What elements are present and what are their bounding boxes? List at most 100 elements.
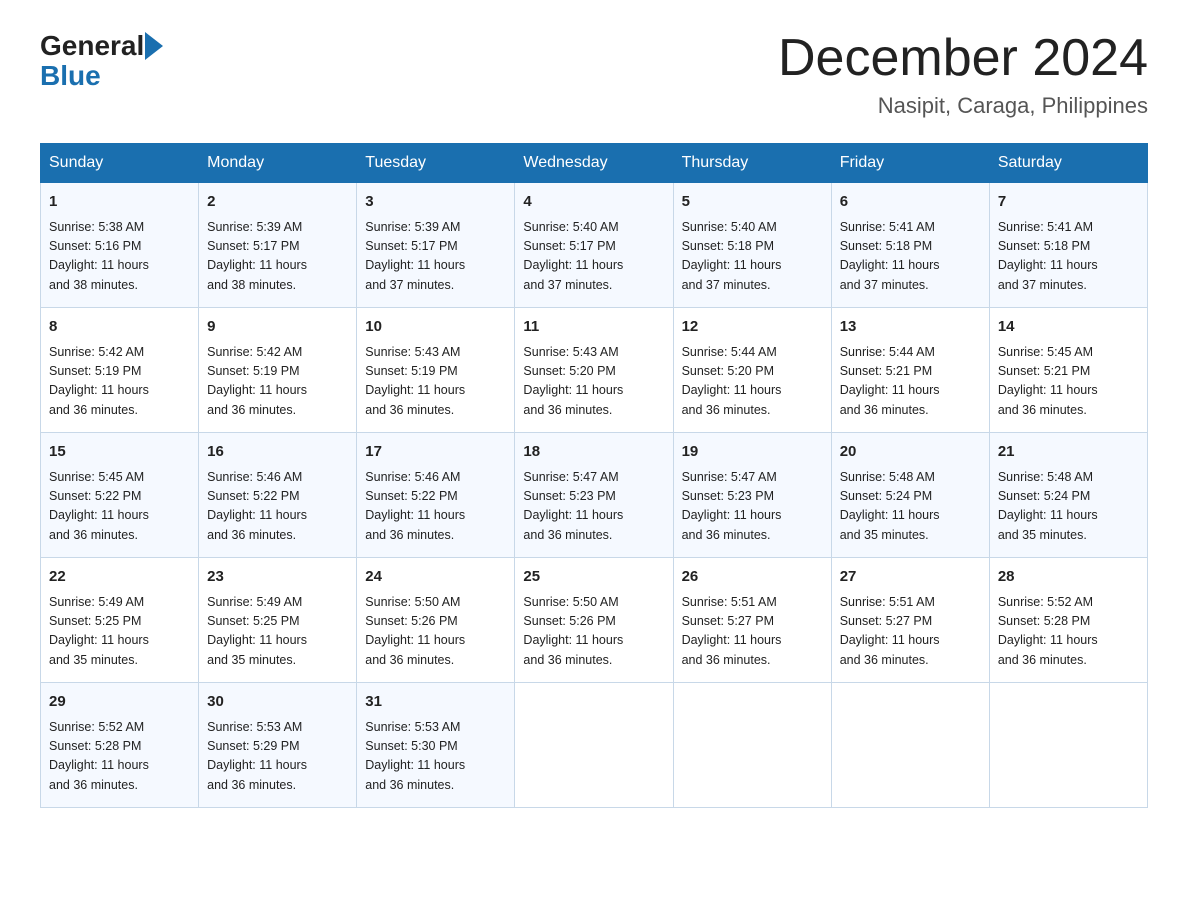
day-info: Sunrise: 5:40 AMSunset: 5:18 PMDaylight:… [682,218,823,296]
calendar-cell: 6 Sunrise: 5:41 AMSunset: 5:18 PMDaylight… [831,183,989,308]
day-number: 27 [840,566,981,589]
calendar-cell: 9 Sunrise: 5:42 AMSunset: 5:19 PMDaylight… [199,308,357,433]
day-info: Sunrise: 5:53 AMSunset: 5:29 PMDaylight:… [207,718,348,796]
day-number: 30 [207,691,348,714]
day-info: Sunrise: 5:44 AMSunset: 5:21 PMDaylight:… [840,343,981,421]
calendar-cell: 27 Sunrise: 5:51 AMSunset: 5:27 PMDayligh… [831,558,989,683]
day-info: Sunrise: 5:47 AMSunset: 5:23 PMDaylight:… [523,468,664,546]
calendar-cell: 17 Sunrise: 5:46 AMSunset: 5:22 PMDayligh… [357,433,515,558]
day-number: 4 [523,191,664,214]
day-number: 15 [49,441,190,464]
day-number: 5 [682,191,823,214]
calendar-cell: 26 Sunrise: 5:51 AMSunset: 5:27 PMDayligh… [673,558,831,683]
day-info: Sunrise: 5:48 AMSunset: 5:24 PMDaylight:… [840,468,981,546]
calendar-cell: 15 Sunrise: 5:45 AMSunset: 5:22 PMDayligh… [41,433,199,558]
calendar-cell: 30 Sunrise: 5:53 AMSunset: 5:29 PMDayligh… [199,683,357,808]
logo: General Blue [40,30,166,92]
calendar-cell: 14Sunrise: 5:45 AMSunset: 5:21 PMDayligh… [989,308,1147,433]
day-info: Sunrise: 5:45 AMSunset: 5:22 PMDaylight:… [49,468,190,546]
day-info: Sunrise: 5:41 AMSunset: 5:18 PMDaylight:… [998,218,1139,296]
day-info: Sunrise: 5:42 AMSunset: 5:19 PMDaylight:… [207,343,348,421]
col-header-wednesday: Wednesday [515,144,673,183]
day-info: Sunrise: 5:40 AMSunset: 5:17 PMDaylight:… [523,218,664,296]
calendar-cell: 22 Sunrise: 5:49 AMSunset: 5:25 PMDayligh… [41,558,199,683]
day-number: 24 [365,566,506,589]
day-info: Sunrise: 5:49 AMSunset: 5:25 PMDaylight:… [207,593,348,671]
calendar-cell: 10 Sunrise: 5:43 AMSunset: 5:19 PMDayligh… [357,308,515,433]
calendar-cell: 3 Sunrise: 5:39 AMSunset: 5:17 PMDaylight… [357,183,515,308]
calendar-header-row: SundayMondayTuesdayWednesdayThursdayFrid… [41,144,1148,183]
calendar-cell: 4 Sunrise: 5:40 AMSunset: 5:17 PMDaylight… [515,183,673,308]
day-number: 9 [207,316,348,339]
day-info: Sunrise: 5:42 AMSunset: 5:19 PMDaylight:… [49,343,190,421]
calendar-cell: 8 Sunrise: 5:42 AMSunset: 5:19 PMDaylight… [41,308,199,433]
day-number: 14 [998,316,1139,339]
day-number: 18 [523,441,664,464]
day-number: 12 [682,316,823,339]
col-header-saturday: Saturday [989,144,1147,183]
day-info: Sunrise: 5:46 AMSunset: 5:22 PMDaylight:… [207,468,348,546]
day-info: Sunrise: 5:52 AMSunset: 5:28 PMDaylight:… [998,593,1139,671]
day-info: Sunrise: 5:47 AMSunset: 5:23 PMDaylight:… [682,468,823,546]
calendar-cell: 25 Sunrise: 5:50 AMSunset: 5:26 PMDayligh… [515,558,673,683]
day-info: Sunrise: 5:39 AMSunset: 5:17 PMDaylight:… [365,218,506,296]
day-info: Sunrise: 5:51 AMSunset: 5:27 PMDaylight:… [682,593,823,671]
calendar-cell: 11Sunrise: 5:43 AMSunset: 5:20 PMDayligh… [515,308,673,433]
calendar-week-row: 22 Sunrise: 5:49 AMSunset: 5:25 PMDayligh… [41,558,1148,683]
calendar-cell [673,683,831,808]
day-number: 10 [365,316,506,339]
calendar-cell: 18 Sunrise: 5:47 AMSunset: 5:23 PMDayligh… [515,433,673,558]
calendar-cell [515,683,673,808]
day-info: Sunrise: 5:53 AMSunset: 5:30 PMDaylight:… [365,718,506,796]
col-header-thursday: Thursday [673,144,831,183]
page-header: General Blue December 2024 Nasipit, Cara… [40,30,1148,119]
col-header-monday: Monday [199,144,357,183]
day-number: 19 [682,441,823,464]
col-header-tuesday: Tuesday [357,144,515,183]
day-number: 22 [49,566,190,589]
calendar-cell: 1Sunrise: 5:38 AMSunset: 5:16 PMDaylight… [41,183,199,308]
calendar-cell [989,683,1147,808]
day-info: Sunrise: 5:41 AMSunset: 5:18 PMDaylight:… [840,218,981,296]
day-info: Sunrise: 5:50 AMSunset: 5:26 PMDaylight:… [523,593,664,671]
day-number: 25 [523,566,664,589]
day-number: 1 [49,191,190,214]
day-info: Sunrise: 5:43 AMSunset: 5:19 PMDaylight:… [365,343,506,421]
calendar-table: SundayMondayTuesdayWednesdayThursdayFrid… [40,143,1148,808]
day-number: 16 [207,441,348,464]
day-number: 21 [998,441,1139,464]
calendar-cell: 16 Sunrise: 5:46 AMSunset: 5:22 PMDayligh… [199,433,357,558]
day-number: 7 [998,191,1139,214]
day-info: Sunrise: 5:49 AMSunset: 5:25 PMDaylight:… [49,593,190,671]
day-info: Sunrise: 5:51 AMSunset: 5:27 PMDaylight:… [840,593,981,671]
calendar-cell: 5 Sunrise: 5:40 AMSunset: 5:18 PMDaylight… [673,183,831,308]
day-info: Sunrise: 5:43 AMSunset: 5:20 PMDaylight:… [523,343,664,421]
day-info: Sunrise: 5:50 AMSunset: 5:26 PMDaylight:… [365,593,506,671]
calendar-cell: 28Sunrise: 5:52 AMSunset: 5:28 PMDayligh… [989,558,1147,683]
day-number: 8 [49,316,190,339]
col-header-friday: Friday [831,144,989,183]
calendar-week-row: 15 Sunrise: 5:45 AMSunset: 5:22 PMDayligh… [41,433,1148,558]
calendar-cell: 12 Sunrise: 5:44 AMSunset: 5:20 PMDayligh… [673,308,831,433]
calendar-week-row: 29Sunrise: 5:52 AMSunset: 5:28 PMDayligh… [41,683,1148,808]
day-info: Sunrise: 5:44 AMSunset: 5:20 PMDaylight:… [682,343,823,421]
day-number: 29 [49,691,190,714]
day-number: 3 [365,191,506,214]
logo-blue-text: Blue [40,60,101,92]
calendar-cell: 29Sunrise: 5:52 AMSunset: 5:28 PMDayligh… [41,683,199,808]
day-info: Sunrise: 5:46 AMSunset: 5:22 PMDaylight:… [365,468,506,546]
calendar-cell [831,683,989,808]
day-info: Sunrise: 5:48 AMSunset: 5:24 PMDaylight:… [998,468,1139,546]
day-number: 20 [840,441,981,464]
day-number: 17 [365,441,506,464]
col-header-sunday: Sunday [41,144,199,183]
month-title: December 2024 [778,30,1148,87]
day-number: 2 [207,191,348,214]
location-subtitle: Nasipit, Caraga, Philippines [778,93,1148,119]
calendar-cell: 19 Sunrise: 5:47 AMSunset: 5:23 PMDayligh… [673,433,831,558]
calendar-cell: 13Sunrise: 5:44 AMSunset: 5:21 PMDayligh… [831,308,989,433]
logo-line2: Blue [40,58,101,92]
day-number: 6 [840,191,981,214]
day-number: 26 [682,566,823,589]
day-info: Sunrise: 5:39 AMSunset: 5:17 PMDaylight:… [207,218,348,296]
